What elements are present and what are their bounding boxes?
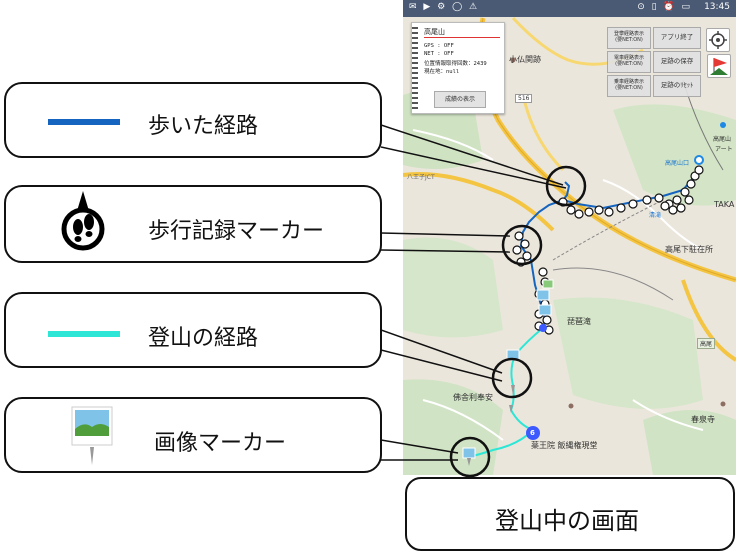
footprint-marker-icon <box>61 191 105 251</box>
ride-route-button[interactable]: 乗車経路表示 (要NET:ON) <box>607 75 651 97</box>
climb-route-label: 登山の経路 <box>148 326 259 351</box>
location-count: 位置情報取得回数：2439 <box>424 61 487 67</box>
map-label-takao: TAKA <box>714 200 735 209</box>
screen-caption-box: 登山中の画面 <box>405 477 735 551</box>
climb-route-line-icon <box>48 331 120 337</box>
locate-button[interactable] <box>706 28 730 52</box>
map-label-kobotoke: 小仏関跡 <box>509 55 541 64</box>
net-status: NET : OFF <box>424 51 454 57</box>
map-label-takao-shita: 高尾下駐在所 <box>665 245 713 254</box>
map-label-takao-mark: 高尾 <box>697 338 716 349</box>
map-screen: 小仏関跡 516 八王子JCT 高尾山口 TAKA 高尾下駐在所 琵琶滝 佛舎利… <box>403 0 736 475</box>
map-label-route516: 516 <box>515 94 533 103</box>
map-label-takao-right: 高尾山 <box>713 136 732 143</box>
status-bar: ✉ ▶ ⚙ ◯ ⚠ ⊙ ▯ ⏰ ▭ 13:45 <box>403 0 736 17</box>
gps-status: GPS : OFF <box>424 43 454 49</box>
walk-marker-label: 歩行記録マーカー <box>148 219 325 244</box>
notebook-spiral <box>412 27 418 109</box>
train-route-button[interactable]: 電車経路表示 (要NET:ON) <box>607 51 651 73</box>
current-location: 現在地：null <box>424 69 460 75</box>
reset-footprints-button[interactable]: 足跡のﾘｾｯﾄ <box>653 75 701 97</box>
map-label-ikiin: 薬王院 飯縄権現堂 <box>531 441 598 450</box>
climb-route-button[interactable]: 登攀経路表示 (要NET:ON) <box>607 27 651 49</box>
status-icons-right: ⊙ ▯ ⏰ ▭ <box>637 2 692 12</box>
exit-app-button[interactable]: アプリ終了 <box>653 27 701 49</box>
walked-route-label: 歩いた経路 <box>148 114 259 139</box>
info-panel: 高尾山 GPS : OFF NET : OFF 位置情報取得回数：2439 現在… <box>411 22 505 114</box>
cluster-count[interactable]: 6 <box>530 429 535 437</box>
show-results-button[interactable]: 成績の表示 <box>434 91 486 108</box>
legend-walked-route: 歩いた経路 <box>4 82 382 158</box>
map-label-biwa: 琵琶滝 <box>567 317 591 326</box>
status-icons-left: ✉ ▶ ⚙ ◯ ⚠ <box>409 2 480 12</box>
legend-walk-marker: 歩行記録マーカー <box>4 185 382 263</box>
crosshair-icon <box>709 31 727 49</box>
map-label-takaosan-station: 高尾山口 <box>665 160 690 167</box>
map-label-shunsenji: 春泉寺 <box>691 415 715 424</box>
legend-image-marker: 画像マーカー <box>4 397 382 473</box>
mountain-name: 高尾山 <box>424 28 445 36</box>
image-marker-label: 画像マーカー <box>154 431 287 456</box>
image-marker-icon <box>71 406 113 465</box>
flag-icon <box>710 58 728 75</box>
save-footprints-button[interactable]: 足跡の保存 <box>653 51 701 73</box>
status-time: 13:45 <box>704 2 730 12</box>
walked-route-line-icon <box>48 119 120 125</box>
map-label-arts: アート <box>715 146 733 153</box>
map-label-hachioji-jct: 八王子JCT <box>407 174 435 181</box>
legend-climb-route: 登山の経路 <box>4 292 382 368</box>
title-underline <box>424 37 500 38</box>
flag-button[interactable] <box>707 54 731 78</box>
screen-caption: 登山中の画面 <box>495 507 639 535</box>
map-label-kiyotaki: 清滝 <box>649 212 662 219</box>
map-label-bussha: 佛舎利奉安 <box>453 393 493 402</box>
